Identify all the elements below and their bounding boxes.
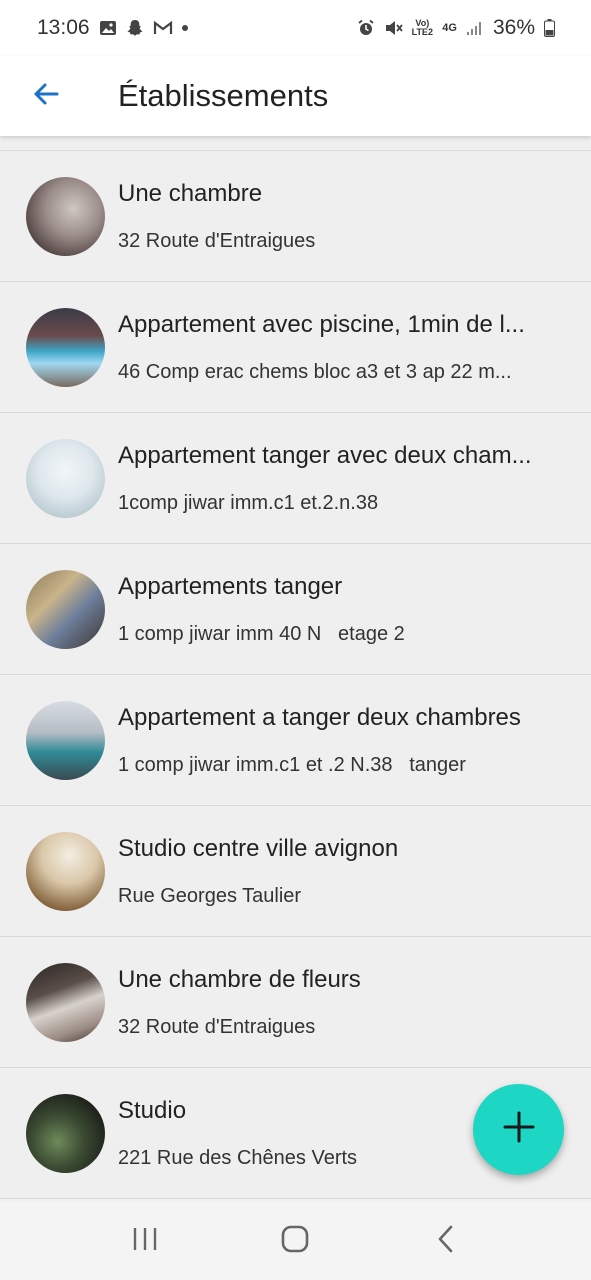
list-item[interactable]: Studio centre ville avignon Rue Georges … xyxy=(0,806,591,937)
establishment-title: Appartement a tanger deux chambres xyxy=(118,704,521,731)
nav-recents-button[interactable] xyxy=(105,1211,185,1271)
establishment-address: 32 Route d'Entraigues xyxy=(118,230,316,252)
more-notifications-dot-icon xyxy=(181,25,188,31)
establishment-avatar xyxy=(26,176,105,256)
establishment-address: 1comp jiwar imm.c1 et.2.n.38 xyxy=(118,492,379,514)
app-bar: Établissements xyxy=(0,56,591,136)
list-item[interactable]: Une chambre de fleurs 32 Route d'Entraig… xyxy=(0,937,591,1068)
establishment-avatar xyxy=(26,700,105,780)
network-type: 4G xyxy=(442,22,457,34)
chevron-left-icon xyxy=(435,1224,457,1259)
list-item[interactable]: Appartements tanger 1 comp jiwar imm 40 … xyxy=(0,544,591,675)
establishment-title: Appartements tanger xyxy=(118,573,343,600)
back-button[interactable] xyxy=(16,66,76,126)
status-time: 13:06 xyxy=(37,16,90,39)
recents-icon xyxy=(131,1226,159,1257)
establishment-avatar xyxy=(26,831,105,911)
home-icon xyxy=(280,1224,310,1259)
establishment-avatar xyxy=(26,307,105,387)
add-establishment-button[interactable] xyxy=(473,1084,564,1175)
battery-icon xyxy=(544,19,555,37)
establishment-title: Appartement avec piscine, 1min de l... xyxy=(118,311,525,338)
battery-percent: 36% xyxy=(492,16,535,39)
list-item[interactable]: Appartement a tanger deux chambres 1 com… xyxy=(0,675,591,806)
establishment-address: 1 comp jiwar imm 40 N etage 2 xyxy=(118,623,405,645)
snapchat-notification-icon xyxy=(126,19,144,37)
list-item[interactable]: Une chambre 32 Route d'Entraigues xyxy=(0,151,591,282)
establishment-avatar xyxy=(26,962,105,1042)
system-nav-bar xyxy=(0,1202,591,1280)
gallery-notification-icon xyxy=(99,19,117,37)
establishment-address: 1 comp jiwar imm.c1 et .2 N.38 tanger xyxy=(118,754,466,776)
establishment-title: Appartement tanger avec deux cham... xyxy=(118,442,532,469)
establishment-address: 32 Route d'Entraigues xyxy=(118,1016,316,1038)
signal-icon xyxy=(466,19,484,37)
gmail-notification-icon xyxy=(153,19,172,37)
arrow-left-icon xyxy=(31,79,61,114)
establishment-title: Une chambre xyxy=(118,180,263,207)
status-left: 13:06 xyxy=(37,16,188,40)
nav-back-button[interactable] xyxy=(406,1211,486,1271)
establishment-list: Une chambre 32 Route d'Entraigues Appart… xyxy=(0,150,591,1199)
establishment-title: Une chambre de fleurs xyxy=(118,966,361,993)
nav-home-button[interactable] xyxy=(255,1211,335,1271)
list-item[interactable]: Appartement tanger avec deux cham... 1co… xyxy=(0,413,591,544)
establishment-address: Rue Georges Taulier xyxy=(118,885,302,907)
mute-icon xyxy=(384,19,403,37)
alarm-icon xyxy=(357,19,375,37)
establishment-avatar xyxy=(26,569,105,649)
status-bar: 13:06 Vo) LTE2 4G 36% xyxy=(0,0,591,56)
status-right: Vo) LTE2 4G 36% xyxy=(357,16,555,40)
establishment-avatar xyxy=(26,1093,105,1173)
page-title: Établissements xyxy=(118,78,329,113)
establishment-avatar xyxy=(26,438,105,518)
list-item[interactable]: Appartement avec piscine, 1min de l... 4… xyxy=(0,282,591,413)
establishment-address: 46 Comp erac chems bloc a3 et 3 ap 22 m.… xyxy=(118,361,512,383)
plus-icon xyxy=(502,1110,536,1149)
establishment-title: Studio centre ville avignon xyxy=(118,835,399,862)
volte-indicator: Vo) LTE2 xyxy=(411,18,433,37)
